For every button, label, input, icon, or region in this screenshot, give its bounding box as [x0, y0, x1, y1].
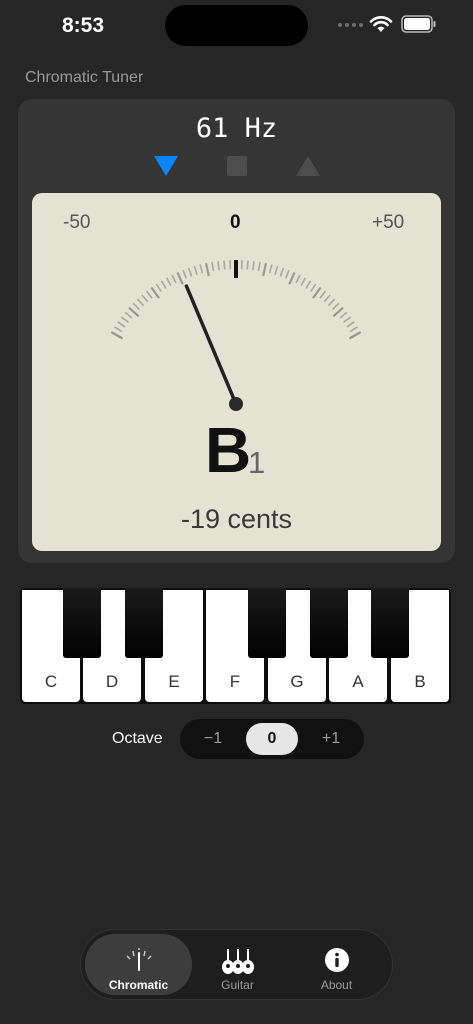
- cents-readout: -19 cents: [180, 504, 293, 534]
- gauge-tick: [262, 262, 268, 277]
- gauge-tick: [300, 277, 307, 287]
- octave-option-0[interactable]: 0: [246, 723, 298, 755]
- piano-key-d-sharp[interactable]: [125, 588, 163, 658]
- gauge-tick: [284, 269, 290, 279]
- gauge-tick: [187, 267, 193, 277]
- octave-segmented-control: −1 0 +1: [180, 719, 364, 759]
- tab-label: Chromatic: [108, 978, 169, 992]
- gauge-tick: [349, 326, 359, 333]
- octave-label: Octave: [112, 730, 163, 747]
- gauge-tick: [288, 272, 296, 285]
- key-label: C: [44, 672, 58, 691]
- tab-about[interactable]: About: [283, 934, 390, 995]
- gauge-tick: [310, 283, 317, 292]
- note-octave: 1: [248, 445, 266, 480]
- gauge-tick: [160, 280, 167, 289]
- gauge-tick: [171, 274, 177, 284]
- gauge-tick: [252, 261, 255, 271]
- octave-option-minus-1[interactable]: −1: [188, 719, 238, 759]
- tab-label: About: [320, 978, 353, 992]
- gauge-tick: [331, 302, 340, 311]
- gauge-tick: [312, 286, 322, 299]
- gauge-tick: [110, 331, 124, 340]
- gauge-tick: [193, 265, 198, 275]
- tuning-fork-icon: [126, 948, 151, 971]
- gauge-scale-ticks: [110, 260, 362, 340]
- gauge-tick: [305, 280, 312, 289]
- gauge-tick: [136, 298, 145, 307]
- gauge-tick: [223, 260, 226, 270]
- gauge-tick: [141, 294, 149, 303]
- piano-key-c-sharp[interactable]: [63, 588, 101, 658]
- gauge-tick: [150, 286, 160, 299]
- piano-keyboard: C D E F G A B: [20, 588, 451, 704]
- gauge-tick: [274, 265, 279, 275]
- gauge-tick: [128, 306, 140, 318]
- gauge-tick: [319, 290, 327, 299]
- key-label: G: [290, 672, 304, 691]
- tab-bar: Chromatic Guitar About: [80, 929, 393, 1000]
- gauge-tick: [332, 306, 344, 318]
- gauge-tick: [204, 262, 210, 277]
- piano-key-f-sharp[interactable]: [248, 588, 286, 658]
- gauge-tick: [124, 311, 133, 319]
- gauge-tick: [343, 316, 352, 324]
- gauge-tick: [327, 298, 336, 307]
- gauge-tick: [339, 311, 348, 319]
- guitar-icon: [221, 949, 254, 974]
- octave-option-plus-1[interactable]: +1: [306, 719, 356, 759]
- gauge-tick: [257, 261, 261, 272]
- piano-key-a-sharp[interactable]: [371, 588, 409, 658]
- gauge-tick: [165, 277, 172, 287]
- key-label: F: [229, 672, 241, 691]
- tab-label: Guitar: [221, 978, 254, 992]
- gauge-tick: [295, 274, 301, 284]
- gauge-tick: [182, 269, 188, 279]
- gauge-tick: [120, 316, 129, 324]
- gauge-tick: [211, 261, 215, 272]
- gauge-tick: [279, 267, 285, 277]
- key-label: D: [105, 672, 119, 691]
- gauge-tick: [348, 331, 362, 340]
- piano-key-g-sharp[interactable]: [310, 588, 348, 658]
- gauge-tick: [145, 290, 153, 299]
- key-label: B: [414, 672, 426, 691]
- gauge-tick: [346, 321, 355, 328]
- gauge-tick: [217, 261, 220, 271]
- needle-pivot: [229, 397, 243, 411]
- tuner-needle: [184, 284, 238, 406]
- gauge-tick: [155, 283, 162, 292]
- gauge-tick: [268, 264, 273, 274]
- tab-guitar[interactable]: Guitar: [184, 934, 291, 995]
- key-label: E: [168, 672, 180, 691]
- gauge-tick: [176, 272, 184, 285]
- gauge-tick: [117, 321, 126, 328]
- gauge-tick: [323, 294, 331, 303]
- note-letter: B: [205, 414, 252, 486]
- gauge-tick: [246, 260, 249, 270]
- info-icon: [324, 948, 349, 972]
- key-label: A: [352, 672, 364, 691]
- gauge-tick: [132, 302, 141, 311]
- gauge-tick: [113, 326, 123, 333]
- gauge-tick: [199, 264, 204, 274]
- tab-chromatic[interactable]: Chromatic: [85, 934, 192, 995]
